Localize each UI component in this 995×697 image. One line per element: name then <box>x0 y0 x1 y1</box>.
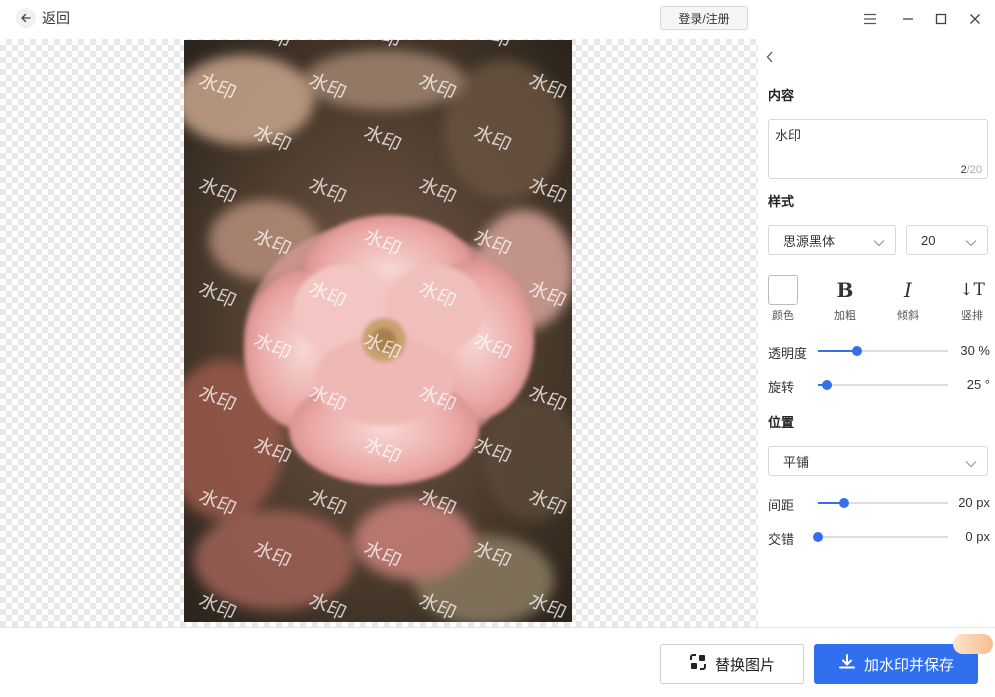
spacing-label: 间距 <box>768 498 795 513</box>
download-icon <box>838 653 856 675</box>
opacity-label: 透明度 <box>768 346 808 361</box>
replace-image-icon <box>689 653 707 675</box>
opacity-slider-handle[interactable] <box>852 346 862 356</box>
menu-icon[interactable] <box>860 9 880 29</box>
rotate-value: 25 ° <box>966 377 990 392</box>
photo-preview[interactable]: 水印 水印 水印 水印 水印 水印 水印 水印 水印 水印 水印 水印 水印 水印 水印 水印 水印 水印 水印 水印… <box>184 40 572 622</box>
minimize-icon[interactable] <box>898 9 918 29</box>
opacity-slider-row: 透明度 30 % <box>768 341 990 361</box>
stagger-value: 0 px <box>965 529 990 544</box>
italic-option[interactable]: I 倾斜 <box>886 275 930 323</box>
add-watermark-save-button[interactable]: 加水印并保存 <box>814 644 978 684</box>
spacing-slider-row: 间距 20 px <box>768 493 990 513</box>
spacing-slider-handle[interactable] <box>839 498 849 508</box>
maximize-icon[interactable] <box>931 9 951 29</box>
rotate-slider[interactable] <box>818 380 948 390</box>
collapse-panel-icon[interactable] <box>766 49 780 65</box>
color-swatch[interactable] <box>768 275 798 305</box>
italic-label: 倾斜 <box>897 310 919 322</box>
layout-select-value: 平铺 <box>783 454 810 470</box>
char-counter: 2/20 <box>960 164 982 176</box>
stagger-slider-handle[interactable] <box>813 532 823 542</box>
vertical-option[interactable]: ↓T 竖排 <box>950 275 994 323</box>
color-label: 颜色 <box>772 310 794 322</box>
opacity-slider[interactable] <box>818 346 948 356</box>
spacing-slider[interactable] <box>818 498 948 508</box>
stagger-label: 交错 <box>768 532 795 547</box>
rotate-slider-handle[interactable] <box>822 380 833 390</box>
settings-panel: 内容 水印 2/20 样式 思源黑体 20 颜色 B 加粗 I 倾斜 ↓T 竖排 <box>758 39 995 627</box>
floating-assistant-badge[interactable] <box>953 634 993 654</box>
opacity-value: 30 % <box>960 343 990 358</box>
chevron-down-icon <box>965 456 977 471</box>
watermark-text-value: 水印 <box>775 128 802 143</box>
watermark-editor-window: 返回 登录/注册 水印 水印 水印 水印 水印 水印 水印 水印 水印 水印 水… <box>0 0 995 697</box>
back-label: 返回 <box>42 10 70 26</box>
title-bar: 返回 登录/注册 <box>0 0 995 38</box>
back-button[interactable]: 返回 <box>16 7 70 29</box>
chevron-down-icon <box>873 235 885 250</box>
stagger-slider[interactable] <box>813 532 948 542</box>
font-size-value: 20 <box>921 232 936 248</box>
position-section-title: 位置 <box>768 415 795 430</box>
color-option[interactable]: 颜色 <box>761 275 805 323</box>
flower-photo-image <box>184 40 572 622</box>
bottom-action-bar: 替换图片 加水印并保存 <box>0 627 995 697</box>
bold-option[interactable]: B 加粗 <box>823 275 867 323</box>
font-select[interactable]: 思源黑体 <box>768 225 896 255</box>
rotate-slider-row: 旋转 25 ° <box>768 375 990 395</box>
italic-icon: I <box>904 278 912 302</box>
replace-image-button[interactable]: 替换图片 <box>660 644 804 684</box>
watermark-text-input[interactable]: 水印 2/20 <box>768 119 988 179</box>
arrow-left-icon <box>16 8 36 28</box>
font-select-value: 思源黑体 <box>783 233 836 249</box>
replace-image-label: 替换图片 <box>714 656 775 674</box>
bold-icon: B <box>836 278 854 302</box>
content-section-title: 内容 <box>768 88 795 103</box>
layout-select[interactable]: 平铺 <box>768 446 988 476</box>
preview-canvas: 水印 水印 水印 水印 水印 水印 水印 水印 水印 水印 水印 水印 水印 水印 水印 水印 水印 水印 水印 水印… <box>0 39 758 627</box>
bold-label: 加粗 <box>834 310 856 322</box>
spacing-value: 20 px <box>958 495 990 510</box>
rotate-label: 旋转 <box>768 380 795 395</box>
chevron-down-icon <box>965 235 977 250</box>
vertical-label: 竖排 <box>961 310 983 322</box>
vertical-text-icon: ↓T <box>959 280 985 300</box>
close-icon[interactable] <box>965 9 985 29</box>
add-watermark-save-label: 加水印并保存 <box>863 656 954 674</box>
login-register-button[interactable]: 登录/注册 <box>660 6 748 30</box>
style-section-title: 样式 <box>768 194 795 209</box>
stagger-slider-row: 交错 0 px <box>768 527 990 547</box>
font-size-select[interactable]: 20 <box>906 225 988 255</box>
